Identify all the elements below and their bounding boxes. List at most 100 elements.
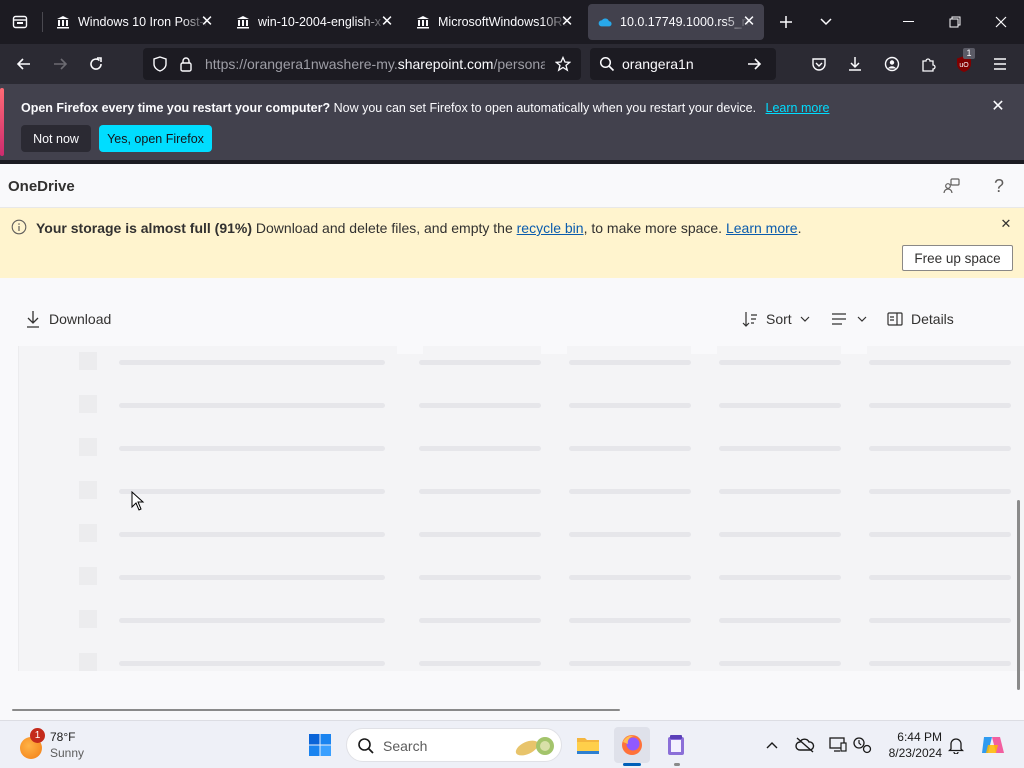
firefox-icon[interactable] bbox=[614, 727, 650, 763]
new-tab-icon[interactable] bbox=[772, 8, 800, 36]
chevron-down-icon[interactable] bbox=[812, 8, 840, 36]
go-arrow-icon[interactable] bbox=[746, 56, 762, 72]
taskbar-search-box[interactable]: Search bbox=[346, 728, 562, 762]
lock-icon[interactable] bbox=[178, 56, 194, 72]
download-icon bbox=[27, 311, 39, 328]
search-bar[interactable]: orangera1n bbox=[590, 48, 776, 80]
pocket-icon[interactable] bbox=[805, 50, 833, 78]
skeleton-bar bbox=[419, 532, 541, 537]
windows-start-icon[interactable] bbox=[302, 727, 338, 763]
downloads-icon[interactable] bbox=[841, 50, 869, 78]
feedback-icon[interactable] bbox=[940, 174, 964, 198]
close-icon[interactable]: ✕ bbox=[742, 14, 756, 29]
close-icon[interactable]: ✕ bbox=[380, 14, 394, 29]
skeleton-bar bbox=[119, 403, 385, 408]
bookmark-star-icon[interactable] bbox=[555, 56, 571, 72]
notification-title: Open Firefox every time you restart your… bbox=[21, 101, 331, 115]
download-button[interactable]: Download bbox=[25, 308, 111, 330]
skeleton-bar bbox=[569, 575, 691, 580]
address-bar[interactable]: https://orangera1nwashere-my.sharepoint.… bbox=[143, 48, 581, 80]
tab-title: win-10-2004-english-x bbox=[258, 15, 381, 29]
skeleton-bar bbox=[719, 489, 841, 494]
skeleton-bar bbox=[869, 661, 1011, 666]
sort-button[interactable]: Sort bbox=[742, 308, 810, 330]
recycle-bin-link[interactable]: recycle bin bbox=[517, 220, 584, 236]
skeleton-bar bbox=[719, 661, 841, 666]
help-icon[interactable]: ? bbox=[987, 174, 1011, 198]
url-text: https://orangera1nwashere-my.sharepoint.… bbox=[205, 56, 545, 72]
horizontal-scrollbar[interactable] bbox=[12, 709, 620, 711]
notification-learn-more-link[interactable]: Learn more bbox=[766, 101, 830, 115]
skeleton-row bbox=[19, 429, 1024, 472]
ublock-origin-icon[interactable]: uO 1 bbox=[950, 48, 978, 78]
close-icon[interactable]: ✕ bbox=[999, 217, 1013, 231]
yes-open-firefox-button[interactable]: Yes, open Firefox bbox=[99, 125, 212, 152]
details-button[interactable]: Details bbox=[887, 308, 954, 330]
storage-learn-more-link[interactable]: Learn more bbox=[726, 220, 798, 236]
skeleton-bar bbox=[119, 618, 385, 623]
minimize-icon[interactable] bbox=[886, 0, 932, 44]
onedrive-cloud-icon bbox=[598, 15, 612, 29]
download-label: Download bbox=[49, 311, 112, 327]
app-title[interactable]: OneDrive bbox=[8, 178, 75, 195]
skeleton-row bbox=[19, 644, 1024, 687]
notepad-app-icon[interactable] bbox=[658, 727, 694, 763]
account-icon[interactable] bbox=[878, 50, 906, 78]
details-label: Details bbox=[911, 311, 954, 327]
view-options-button[interactable] bbox=[831, 308, 867, 330]
copilot-icon[interactable] bbox=[978, 733, 1008, 757]
close-icon[interactable]: ✕ bbox=[560, 14, 574, 29]
tab-title: Windows 10 Iron Post-I bbox=[78, 15, 208, 29]
clock-date: 8/23/2024 bbox=[888, 746, 942, 760]
free-up-space-button[interactable]: Free up space bbox=[902, 245, 1013, 271]
tab-0[interactable]: Windows 10 Iron Post-I ✕ bbox=[46, 4, 222, 40]
windows-taskbar: 1 78°F Sunny Search 6:44 PM 8/23/2024 bbox=[0, 720, 1024, 768]
onedrive-offline-icon[interactable] bbox=[793, 733, 817, 757]
not-now-button[interactable]: Not now bbox=[21, 125, 91, 152]
tab-3-active[interactable]: 10.0.17749.1000.rs5_rele ✕ bbox=[588, 4, 764, 40]
system-clock[interactable]: 6:44 PM 8/23/2024 bbox=[872, 729, 942, 761]
svg-text:uO: uO bbox=[959, 62, 969, 69]
skeleton-bar bbox=[119, 575, 385, 580]
file-list-loading bbox=[18, 346, 1024, 671]
weather-widget[interactable]: 1 78°F Sunny bbox=[18, 728, 118, 762]
hamburger-menu-icon[interactable] bbox=[986, 50, 1014, 78]
notification-bell-icon[interactable] bbox=[944, 733, 968, 757]
weather-condition: Sunny bbox=[50, 746, 85, 760]
close-icon[interactable]: ✕ bbox=[990, 99, 1006, 115]
back-arrow-icon[interactable] bbox=[10, 50, 38, 78]
tab-bar: Windows 10 Iron Post-I ✕ win-10-2004-eng… bbox=[0, 0, 1024, 44]
close-icon[interactable]: ✕ bbox=[200, 14, 214, 29]
skeleton-bar bbox=[119, 360, 385, 365]
info-icon bbox=[11, 219, 27, 235]
display-icon[interactable] bbox=[826, 733, 850, 757]
chevron-down-icon bbox=[857, 316, 867, 322]
tab-title: 10.0.17749.1000.rs5_rele bbox=[620, 15, 750, 29]
skeleton-checkbox bbox=[79, 438, 97, 456]
skeleton-row bbox=[19, 515, 1024, 558]
vertical-scrollbar[interactable] bbox=[1017, 500, 1020, 690]
details-pane-icon bbox=[887, 312, 903, 326]
network-settings-icon[interactable] bbox=[850, 733, 874, 757]
skeleton-bar bbox=[419, 446, 541, 451]
chevron-up-icon[interactable] bbox=[760, 733, 784, 757]
extensions-puzzle-icon[interactable] bbox=[914, 50, 942, 78]
tracking-shield-icon[interactable] bbox=[152, 56, 168, 72]
notification-text: Now you can set Firefox to open automati… bbox=[333, 101, 757, 115]
reload-icon[interactable] bbox=[82, 50, 110, 78]
search-icon bbox=[599, 56, 615, 72]
close-window-icon[interactable] bbox=[978, 0, 1024, 44]
archive-icon bbox=[56, 15, 70, 29]
skeleton-bar bbox=[569, 532, 691, 537]
forward-arrow-icon[interactable] bbox=[46, 50, 74, 78]
skeleton-bar bbox=[869, 403, 1011, 408]
search-placeholder: Search bbox=[383, 738, 428, 754]
tab-1[interactable]: win-10-2004-english-x ✕ bbox=[226, 4, 402, 40]
firefox-view-icon[interactable] bbox=[4, 6, 36, 38]
restore-icon[interactable] bbox=[932, 0, 978, 44]
skeleton-row bbox=[19, 558, 1024, 601]
archive-icon bbox=[416, 15, 430, 29]
skeleton-bar bbox=[719, 446, 841, 451]
tab-2[interactable]: MicrosoftWindows10RS ✕ bbox=[406, 4, 582, 40]
file-explorer-icon[interactable] bbox=[570, 727, 606, 763]
